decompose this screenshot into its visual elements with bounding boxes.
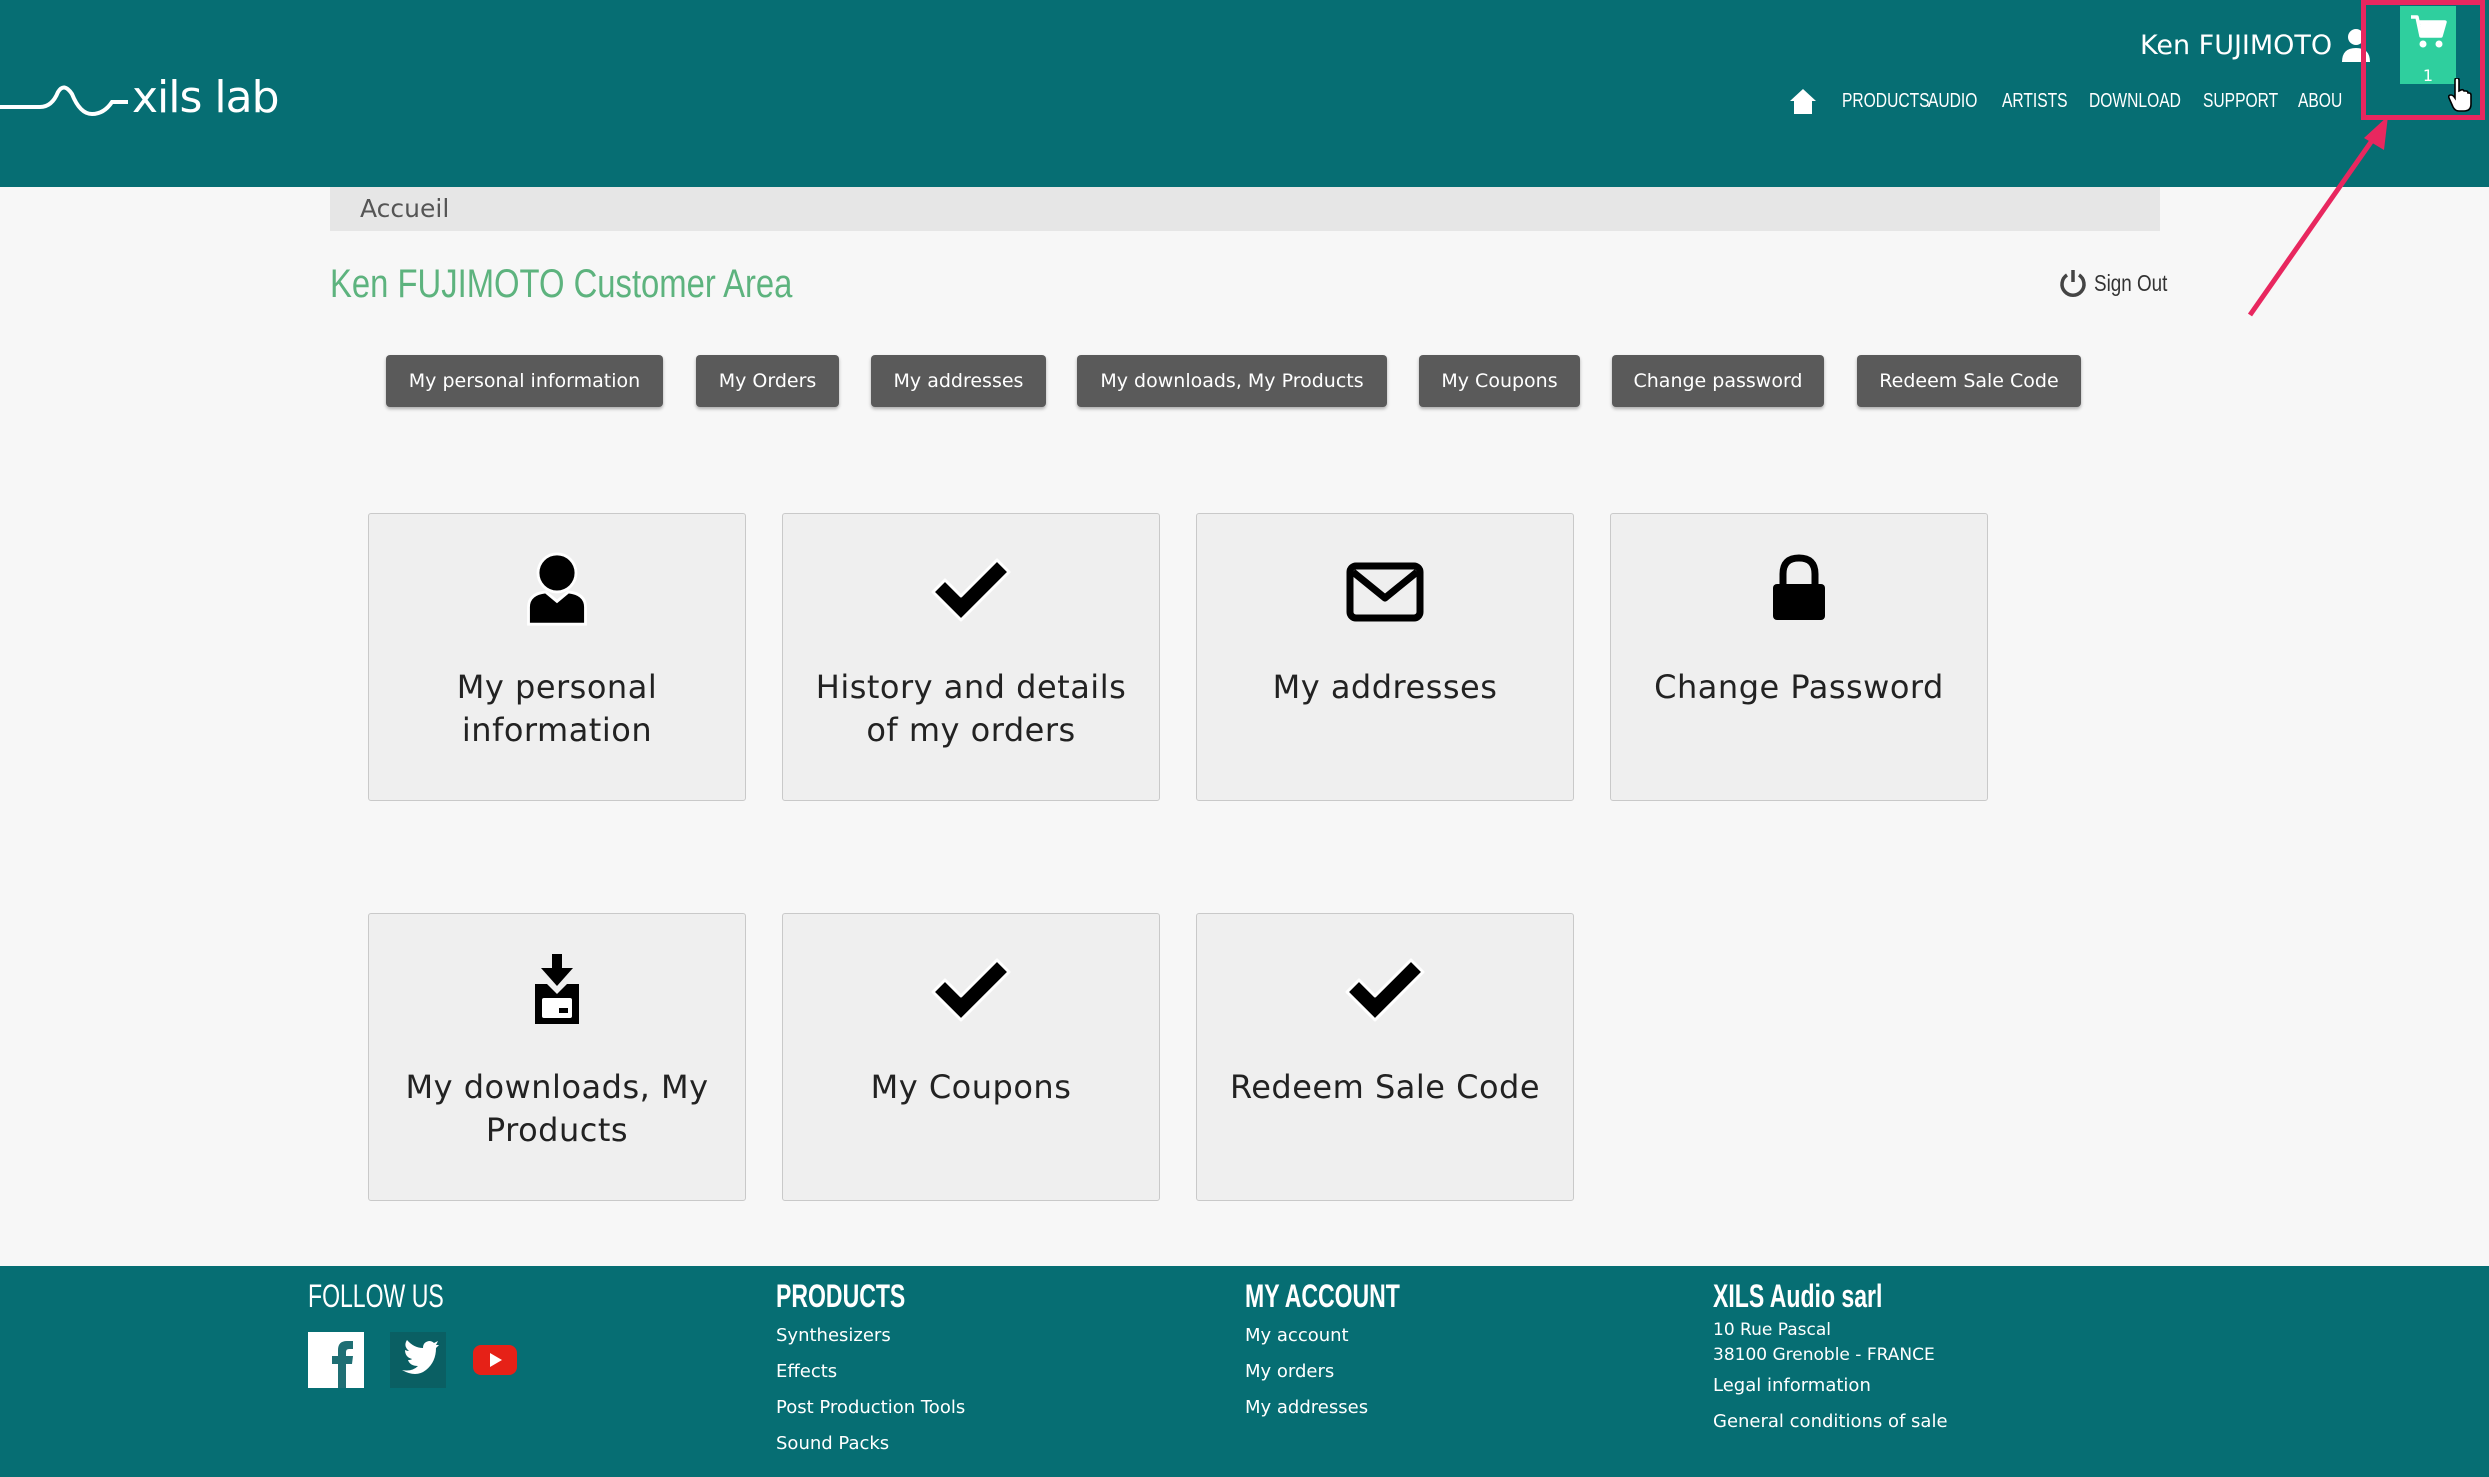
footer-link-legal[interactable]: Legal information xyxy=(1713,1368,1948,1404)
nav-artists[interactable]: ARTISTS xyxy=(2002,90,2070,113)
nav-products[interactable]: PRODUCTS xyxy=(1842,90,1930,113)
tile-my-coupons[interactable]: My Coupons xyxy=(782,913,1160,1201)
footer-heading: FOLLOW US xyxy=(308,1278,444,1314)
tab-change-password[interactable]: Change password xyxy=(1612,355,1824,407)
footer-link-my-orders[interactable]: My orders xyxy=(1245,1354,1460,1390)
power-icon xyxy=(2060,270,2086,297)
tab-personal-information[interactable]: My personal information xyxy=(386,355,663,407)
site-footer: FOLLOW US PRODUCTS Synthesizers Effects … xyxy=(0,1266,2489,1477)
footer-heading: PRODUCTS xyxy=(776,1278,906,1314)
tile-label: Redeem Sale Code xyxy=(1229,1068,1541,1106)
footer-link-conditions[interactable]: General conditions of sale xyxy=(1713,1404,1948,1440)
footer-company: XILS Audio sarl 10 Rue Pascal 38100 Gren… xyxy=(1713,1278,1948,1440)
tile-label: My Coupons xyxy=(870,1068,1072,1106)
twitter-icon[interactable] xyxy=(390,1332,446,1388)
footer-heading: MY ACCOUNT xyxy=(1245,1278,1400,1314)
tile-downloads-products[interactable]: My downloads, My Products xyxy=(368,913,746,1201)
footer-link-synthesizers[interactable]: Synthesizers xyxy=(776,1318,965,1354)
footer-link-effects[interactable]: Effects xyxy=(776,1354,965,1390)
tab-my-coupons[interactable]: My Coupons xyxy=(1419,355,1580,407)
sign-out-button[interactable]: Sign Out xyxy=(2058,268,2184,298)
youtube-icon[interactable] xyxy=(472,1343,518,1377)
company-address-city: 38100 Grenoble - FRANCE xyxy=(1713,1345,1935,1365)
site-header: xils lab Ken FUJIMOTO PRODUCTS AUDIO ART… xyxy=(0,0,2489,187)
tile-label: Change Password xyxy=(1654,668,1944,706)
tile-personal-information[interactable]: My personal information xyxy=(368,513,746,801)
tile-change-password[interactable]: Change Password xyxy=(1610,513,1988,801)
user-name[interactable]: Ken FUJIMOTO xyxy=(2140,30,2332,61)
checkmark-icon xyxy=(931,558,1011,622)
tile-order-history[interactable]: History and details of my orders xyxy=(782,513,1160,801)
checkmark-icon xyxy=(1345,958,1425,1022)
tile-label: My personal information xyxy=(456,668,658,749)
envelope-icon xyxy=(1346,562,1424,622)
facebook-icon[interactable] xyxy=(308,1332,364,1388)
footer-link-my-account[interactable]: My account xyxy=(1245,1318,1460,1354)
tile-label: History and details of my orders xyxy=(815,668,1127,749)
svg-text:xils lab: xils lab xyxy=(132,72,279,123)
nav-audio[interactable]: AUDIO xyxy=(1928,90,1986,113)
tile-label: My addresses xyxy=(1272,668,1498,706)
page-title: Ken FUJIMOTO Customer Area xyxy=(330,262,793,306)
lock-icon xyxy=(1773,554,1825,620)
tile-label: My downloads, My Products xyxy=(405,1068,709,1149)
company-address-street: 10 Rue Pascal xyxy=(1713,1320,1831,1340)
footer-my-account: MY ACCOUNT My account My orders My addre… xyxy=(1245,1278,1460,1426)
footer-link-post-production[interactable]: Post Production Tools xyxy=(776,1390,965,1426)
checkmark-icon xyxy=(931,958,1011,1022)
footer-link-my-addresses[interactable]: My addresses xyxy=(1245,1390,1460,1426)
breadcrumb[interactable]: Accueil xyxy=(330,187,2160,231)
tile-redeem-sale-code[interactable]: Redeem Sale Code xyxy=(1196,913,1574,1201)
footer-link-sound-packs[interactable]: Sound Packs xyxy=(776,1426,965,1462)
tab-redeem-sale-code[interactable]: Redeem Sale Code xyxy=(1857,355,2081,407)
tab-my-addresses[interactable]: My addresses xyxy=(871,355,1046,407)
hand-cursor-icon xyxy=(2448,78,2472,112)
xils-lab-logo[interactable]: xils lab xyxy=(0,62,300,132)
person-icon xyxy=(527,552,587,626)
tab-downloads-products[interactable]: My downloads, My Products xyxy=(1077,355,1387,407)
annotation-arrow xyxy=(2247,116,2388,317)
footer-follow-us: FOLLOW US xyxy=(308,1278,518,1388)
tab-my-orders[interactable]: My Orders xyxy=(696,355,839,407)
sign-out-label: Sign Out xyxy=(2094,269,2168,296)
footer-products: PRODUCTS Synthesizers Effects Post Produ… xyxy=(776,1278,965,1462)
download-icon xyxy=(535,954,579,1024)
nav-download[interactable]: DOWNLOAD xyxy=(2089,90,2181,113)
home-icon[interactable] xyxy=(1788,87,1818,115)
footer-heading: XILS Audio sarl xyxy=(1713,1278,1883,1314)
tile-my-addresses[interactable]: My addresses xyxy=(1196,513,1574,801)
